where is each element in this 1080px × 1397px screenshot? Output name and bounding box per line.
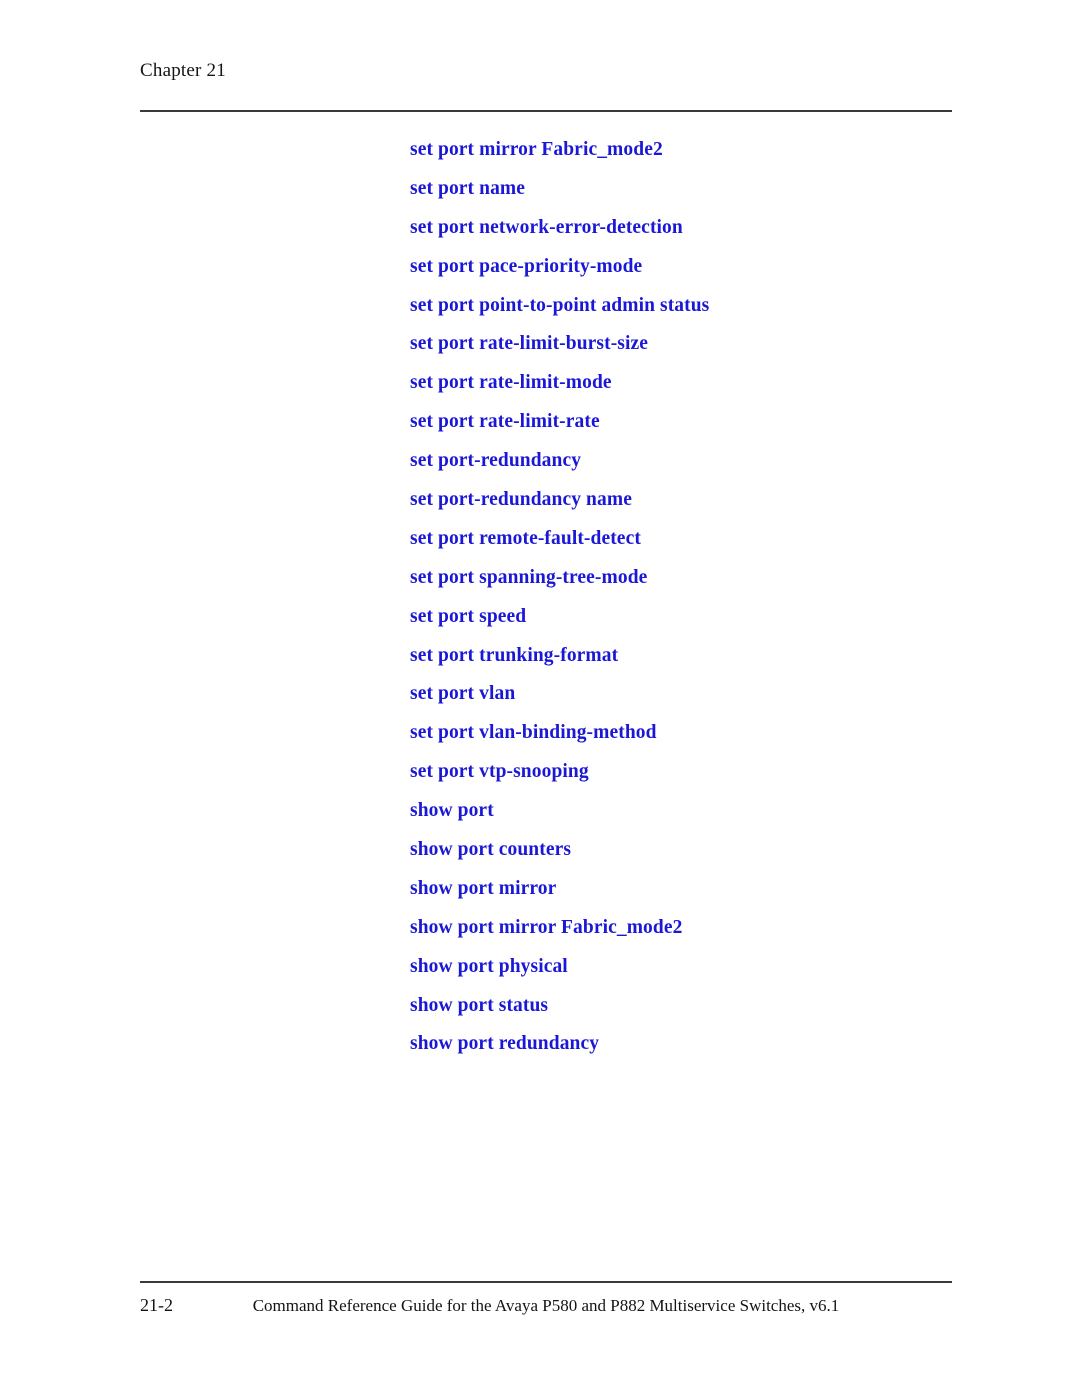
command-link[interactable]: set port remote-fault-detect <box>410 520 970 559</box>
page-header: Chapter 21 <box>140 60 952 82</box>
command-link[interactable]: set port trunking-format <box>410 637 970 676</box>
command-link-list: set port mirror Fabric_mode2 set port nam… <box>410 131 970 1064</box>
command-link[interactable]: show port redundancy <box>410 1025 970 1064</box>
command-link[interactable]: set port mirror Fabric_mode2 <box>410 131 970 170</box>
chapter-label: Chapter 21 <box>140 60 226 81</box>
command-link[interactable]: set port rate-limit-rate <box>410 403 970 442</box>
command-link[interactable]: set port point-to-point admin status <box>410 287 970 326</box>
command-link[interactable]: show port status <box>410 987 970 1026</box>
guide-title: Command Reference Guide for the Avaya P5… <box>252 1296 840 1315</box>
command-link[interactable]: set port vtp-snooping <box>410 753 970 792</box>
command-link[interactable]: set port spanning-tree-mode <box>410 559 970 598</box>
page-footer: 21-2 Command Reference Guide for the Ava… <box>140 1295 952 1325</box>
command-link[interactable]: show port mirror <box>410 870 970 909</box>
document-page: Chapter 21 set port mirror Fabric_mode2 s… <box>0 0 1080 1397</box>
command-link[interactable]: show port physical <box>410 948 970 987</box>
command-link[interactable]: set port network-error-detection <box>410 209 970 248</box>
command-link[interactable]: show port <box>410 792 970 831</box>
header-divider <box>140 110 952 112</box>
command-link[interactable]: set port speed <box>410 598 970 637</box>
footer-divider <box>140 1281 952 1283</box>
command-link[interactable]: show port mirror Fabric_mode2 <box>410 909 970 948</box>
command-link[interactable]: set port rate-limit-burst-size <box>410 325 970 364</box>
command-link[interactable]: set port-redundancy <box>410 442 970 481</box>
command-link[interactable]: set port rate-limit-mode <box>410 364 970 403</box>
command-link[interactable]: set port name <box>410 170 970 209</box>
command-link[interactable]: set port vlan <box>410 675 970 714</box>
command-link[interactable]: set port pace-priority-mode <box>410 248 970 287</box>
command-link[interactable]: set port-redundancy name <box>410 481 970 520</box>
command-link[interactable]: show port counters <box>410 831 970 870</box>
command-link[interactable]: set port vlan-binding-method <box>410 714 970 753</box>
